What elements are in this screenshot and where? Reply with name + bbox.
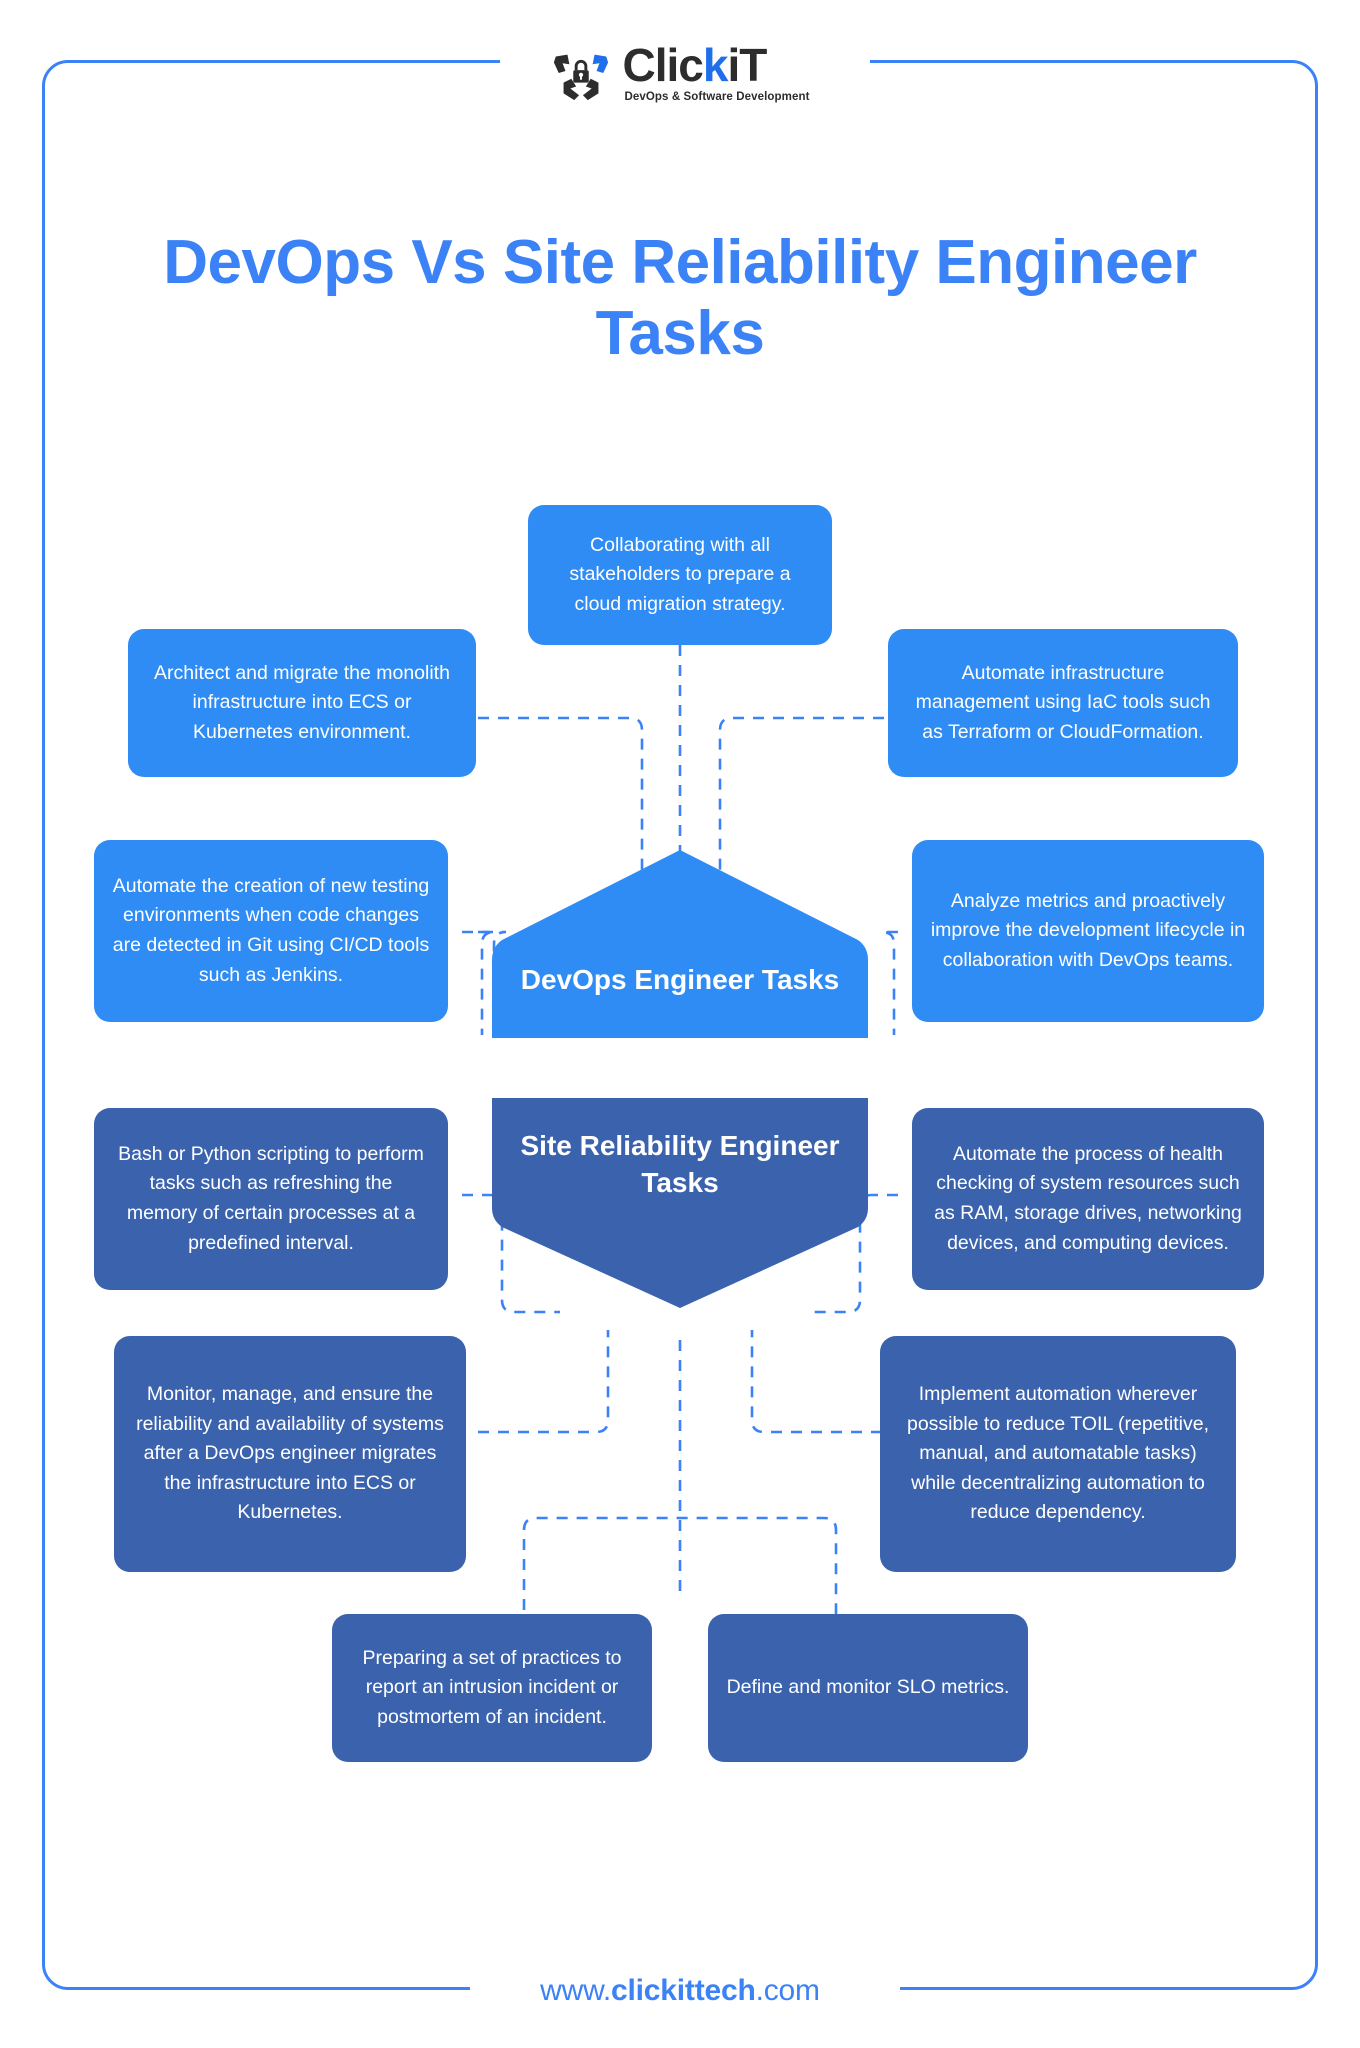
- devops-center-hexagon: DevOps Engineer Tasks: [492, 848, 868, 1038]
- sre-center-label: Site Reliability Engineer Tasks: [520, 1130, 840, 1198]
- logo-word-part1: Clic: [622, 38, 703, 91]
- sre-task-bottom-left: Preparing a set of practices to report a…: [332, 1614, 652, 1762]
- devops-task-lower-left: Automate the creation of new testing env…: [94, 840, 448, 1022]
- devops-task-upper-left: Architect and migrate the monolith infra…: [128, 629, 476, 777]
- devops-task-top: Collaborating with all stakeholders to p…: [528, 505, 832, 645]
- sre-task-mid-right: Implement automation wherever possible t…: [880, 1336, 1236, 1572]
- clickit-logo: ClickiT DevOps & Software Development: [528, 41, 832, 103]
- sre-task-mid-left: Monitor, manage, and ensure the reliabil…: [114, 1336, 466, 1572]
- devops-task-upper-right: Automate infrastructure management using…: [888, 629, 1238, 777]
- sre-task-upper-left: Bash or Python scripting to perform task…: [94, 1108, 448, 1290]
- connector-sre-mid-right: [750, 1330, 882, 1434]
- logo-wordmark: ClickiT DevOps & Software Development: [622, 42, 809, 103]
- page-header: ClickiT DevOps & Software Development: [0, 26, 1360, 118]
- infographic-page: ClickiT DevOps & Software Development De…: [0, 0, 1360, 2048]
- clickit-shield-lock-icon: [550, 41, 612, 103]
- sre-center-hexagon: Site Reliability Engineer Tasks: [492, 1098, 868, 1310]
- sre-task-bottom-right: Define and monitor SLO metrics.: [708, 1614, 1028, 1762]
- logo-word-part2: k: [702, 38, 729, 91]
- logo-word-part3: iT: [727, 38, 767, 91]
- sre-task-upper-right: Automate the process of health checking …: [912, 1108, 1264, 1290]
- logo-word: ClickiT: [622, 38, 767, 91]
- url-brand: clickittech: [611, 1974, 756, 2007]
- page-title: DevOps Vs Site Reliability Engineer Task…: [163, 228, 1197, 368]
- devops-task-lower-right: Analyze metrics and proactively improve …: [912, 840, 1264, 1022]
- url-prefix: www.: [540, 1974, 612, 2007]
- connector-devops-lower-right: [881, 930, 898, 1035]
- website-url[interactable]: www.clickittech.com: [512, 1974, 848, 2008]
- logo-tagline: DevOps & Software Development: [624, 90, 810, 103]
- page-footer: www.clickittech.com: [0, 1954, 1360, 2028]
- connector-sre-mid-left: [478, 1330, 610, 1434]
- url-suffix: .com: [755, 1974, 820, 2007]
- devops-center-label: DevOps Engineer Tasks: [520, 963, 840, 995]
